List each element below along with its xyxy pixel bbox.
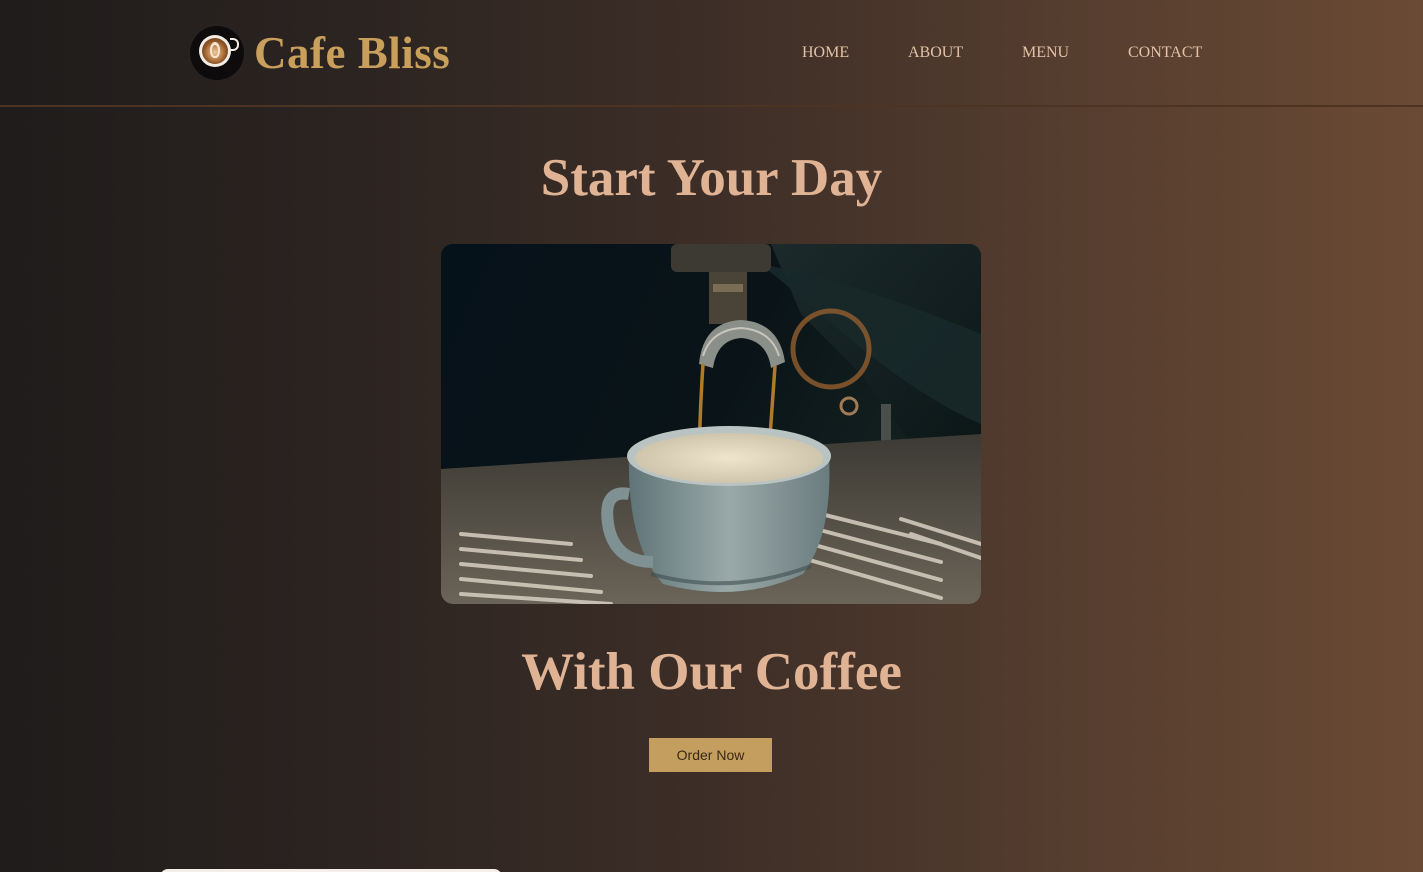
order-now-button[interactable]: Order Now bbox=[649, 738, 772, 772]
nav-home-link[interactable]: HOME bbox=[802, 44, 849, 62]
logo-link[interactable]: Cafe Bliss bbox=[190, 26, 450, 80]
nav-contact-link[interactable]: CONTACT bbox=[1128, 44, 1202, 62]
brand-name: Cafe Bliss bbox=[254, 28, 451, 78]
espresso-hero-image bbox=[441, 244, 981, 604]
hero-heading-bottom: With Our Coffee bbox=[521, 643, 902, 701]
hero-heading-top: Start Your Day bbox=[540, 149, 883, 207]
coffee-cup-logo-icon bbox=[190, 26, 244, 80]
navbar: Cafe Bliss HOME ABOUT MENU CONTACT bbox=[0, 0, 1423, 107]
nav-about-link[interactable]: ABOUT bbox=[908, 44, 963, 62]
nav-menu-link[interactable]: MENU bbox=[1022, 44, 1069, 62]
